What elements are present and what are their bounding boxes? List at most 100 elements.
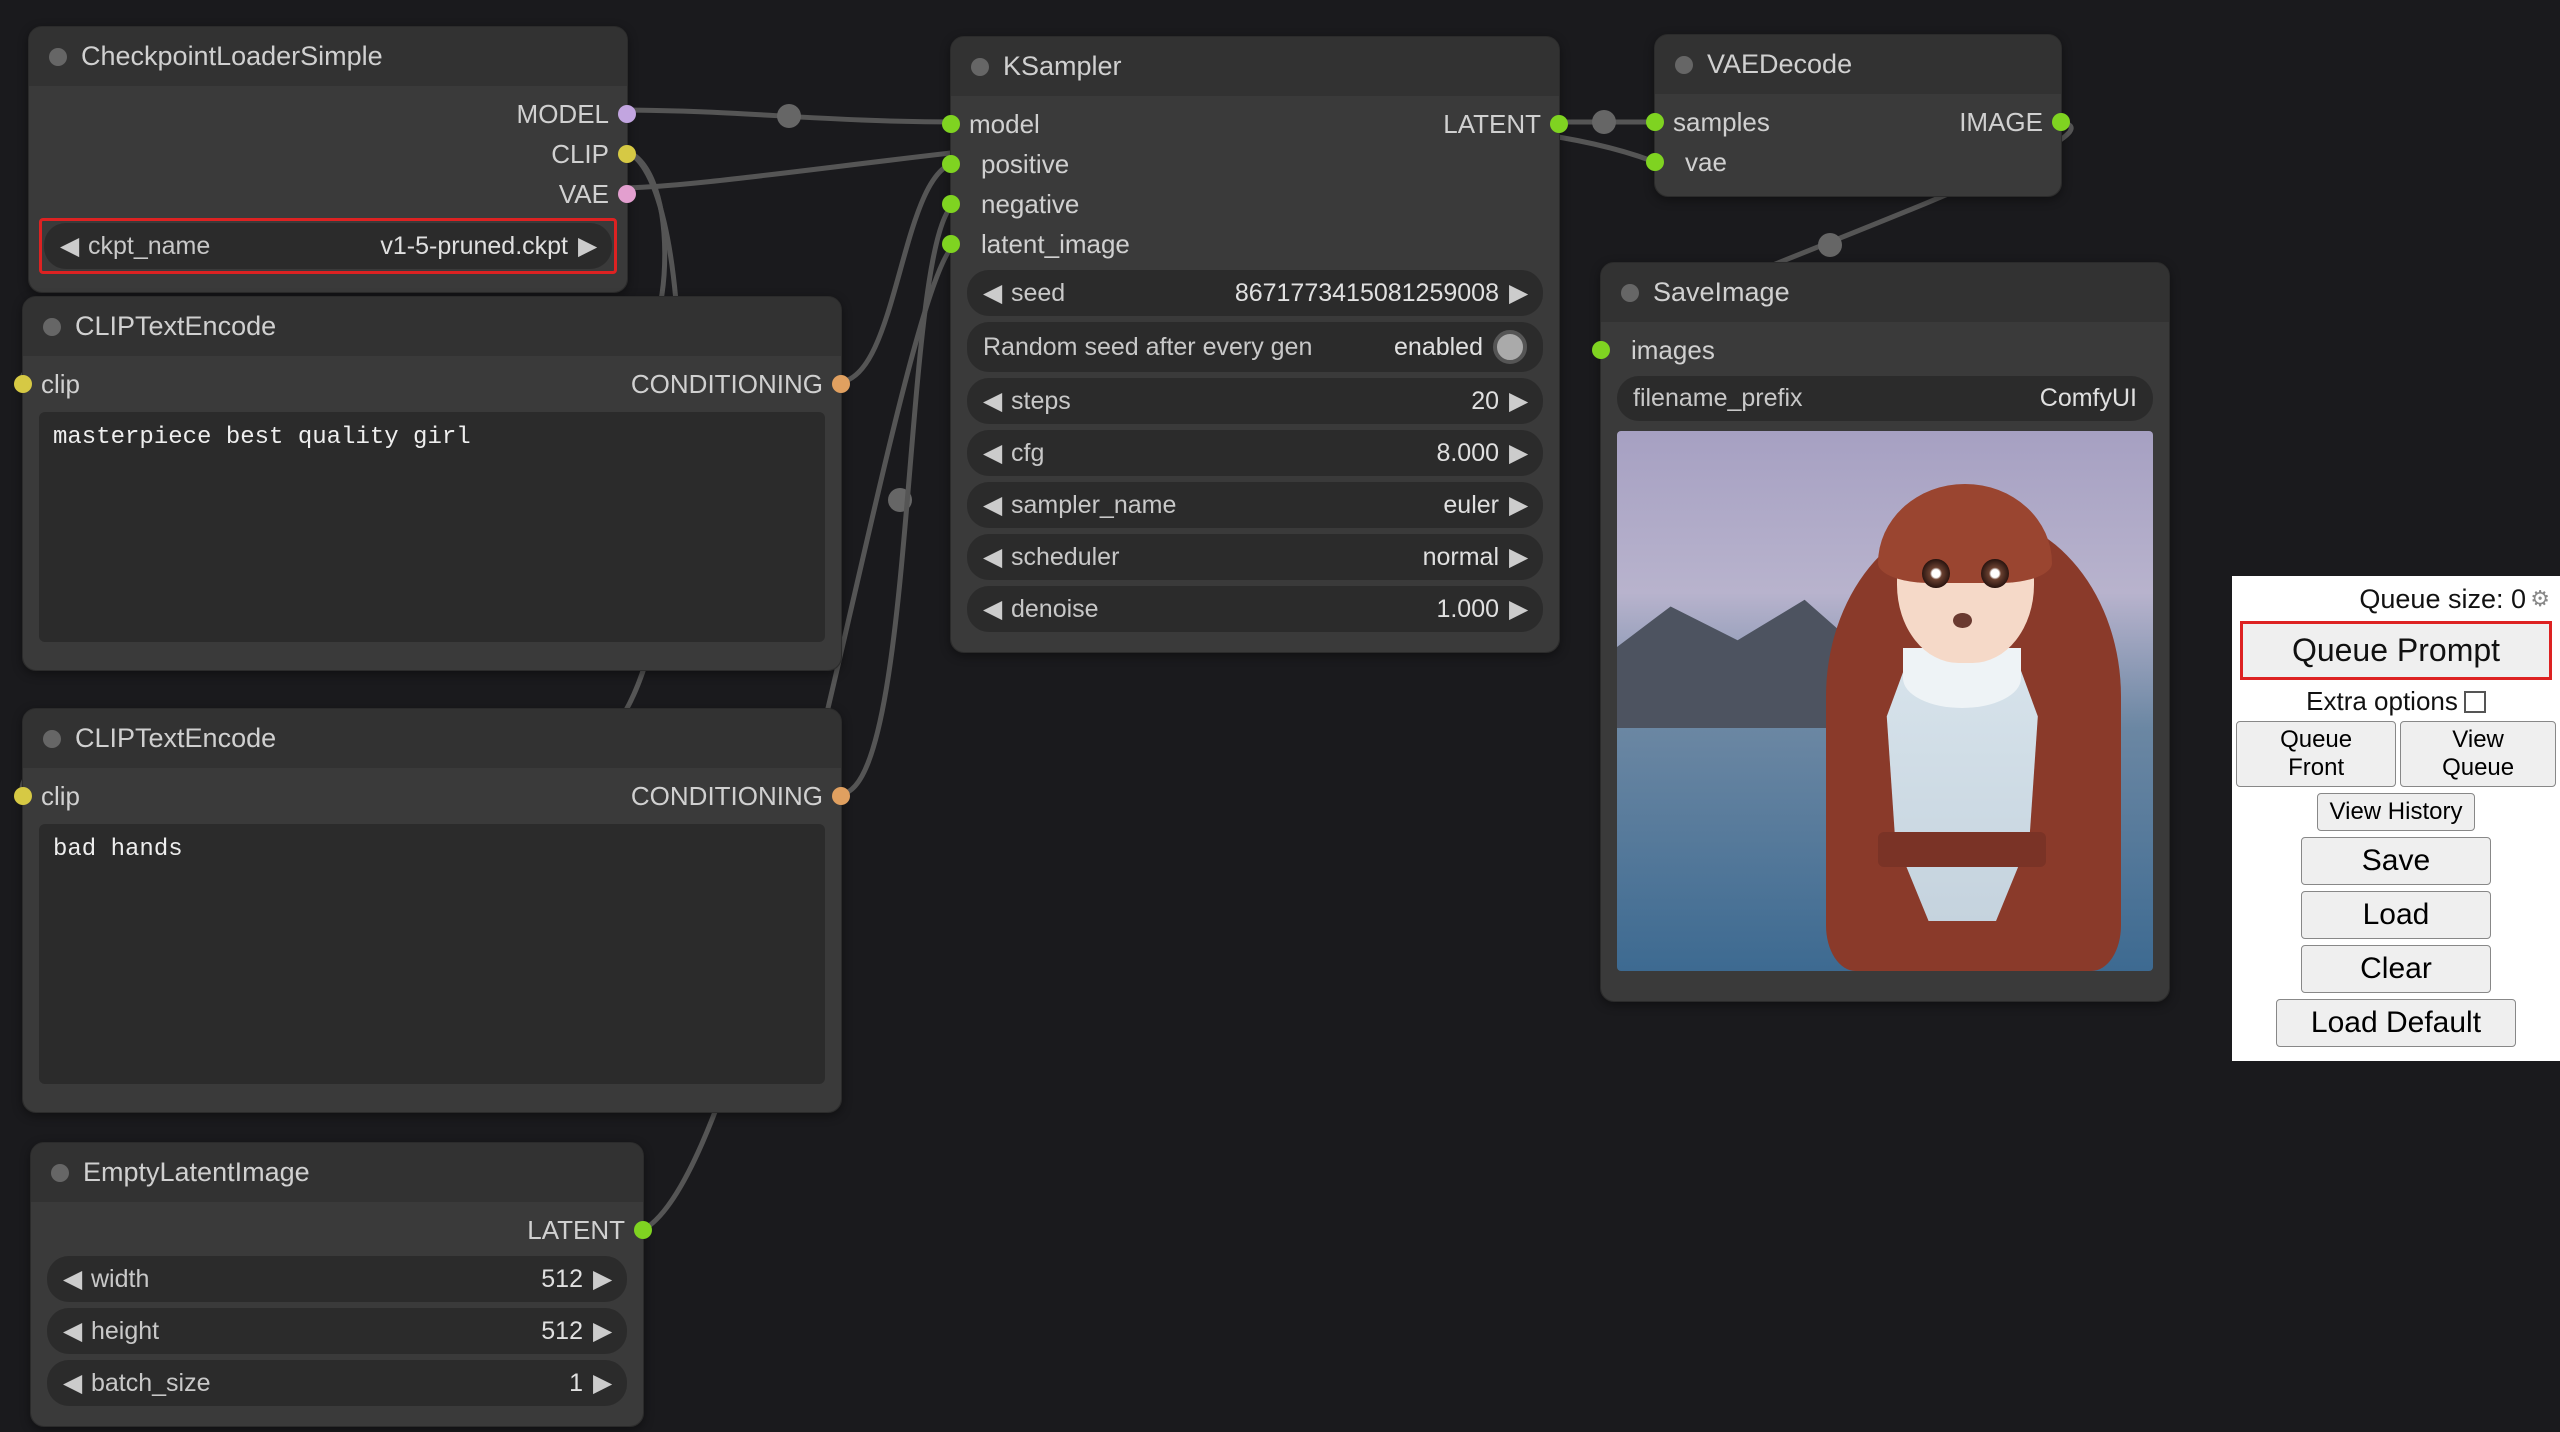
output-port-latent[interactable] xyxy=(634,1221,652,1239)
node-vae-decode[interactable]: VAEDecode samples IMAGE vae xyxy=(1654,34,2062,197)
input-port-vae[interactable] xyxy=(1646,153,1664,171)
next-arrow-icon[interactable]: ▶ xyxy=(1509,386,1527,416)
output-label: LATENT xyxy=(1443,109,1541,140)
height-widget[interactable]: ◀height512▶ xyxy=(47,1308,627,1354)
collapse-dot-icon[interactable] xyxy=(43,318,61,336)
input-label: positive xyxy=(981,149,1069,180)
control-panel[interactable]: Queue size: 0 ⚙ Queue Prompt Extra optio… xyxy=(2232,576,2560,1061)
queue-size-label: Queue size: 0 ⚙ xyxy=(2236,580,2556,619)
prev-arrow-icon[interactable]: ◀ xyxy=(63,1316,81,1346)
ckpt-name-selector[interactable]: ◀ ckpt_name v1-5-pruned.ckpt ▶ xyxy=(44,223,612,269)
node-header[interactable]: CLIPTextEncode xyxy=(23,297,841,356)
prev-arrow-icon[interactable]: ◀ xyxy=(983,438,1001,468)
input-port-latent[interactable] xyxy=(942,235,960,253)
output-port-vae[interactable] xyxy=(618,185,636,203)
node-header[interactable]: SaveImage xyxy=(1601,263,2169,322)
next-arrow-icon[interactable]: ▶ xyxy=(593,1264,611,1294)
collapse-dot-icon[interactable] xyxy=(1675,56,1693,74)
load-default-button[interactable]: Load Default xyxy=(2276,999,2516,1047)
prev-arrow-icon[interactable]: ◀ xyxy=(63,1264,81,1294)
node-clip-text-encode-positive[interactable]: CLIPTextEncode clip CONDITIONING masterp… xyxy=(22,296,842,671)
node-title: CLIPTextEncode xyxy=(75,311,276,342)
input-port-clip[interactable] xyxy=(14,787,32,805)
input-label: samples xyxy=(1673,107,1770,138)
node-checkpoint-loader[interactable]: CheckpointLoaderSimple MODEL CLIP VAE ◀ … xyxy=(28,26,628,293)
input-port-images[interactable] xyxy=(1592,341,1610,359)
collapse-dot-icon[interactable] xyxy=(971,58,989,76)
view-history-button[interactable]: View History xyxy=(2317,793,2476,831)
prev-arrow-icon[interactable]: ◀ xyxy=(983,542,1001,572)
filename-prefix-widget[interactable]: filename_prefix ComfyUI xyxy=(1617,376,2153,421)
prompt-textbox[interactable]: masterpiece best quality girl xyxy=(39,412,825,642)
node-header[interactable]: CLIPTextEncode xyxy=(23,709,841,768)
next-arrow-icon[interactable]: ▶ xyxy=(578,231,596,261)
next-arrow-icon[interactable]: ▶ xyxy=(593,1368,611,1398)
node-ksampler[interactable]: KSampler model LATENT positive negative … xyxy=(950,36,1560,653)
output-image-preview[interactable] xyxy=(1617,431,2153,971)
clear-button[interactable]: Clear xyxy=(2301,945,2491,993)
output-label: CONDITIONING xyxy=(631,369,823,400)
node-title: CheckpointLoaderSimple xyxy=(81,41,383,72)
prompt-textbox[interactable]: bad hands xyxy=(39,824,825,1084)
output-port-latent[interactable] xyxy=(1550,115,1568,133)
node-clip-text-encode-negative[interactable]: CLIPTextEncode clip CONDITIONING bad han… xyxy=(22,708,842,1113)
node-header[interactable]: KSampler xyxy=(951,37,1559,96)
extra-options-row[interactable]: Extra options xyxy=(2236,682,2556,721)
extra-options-checkbox[interactable] xyxy=(2464,691,2486,713)
output-port-conditioning[interactable] xyxy=(832,787,850,805)
collapse-dot-icon[interactable] xyxy=(1621,284,1639,302)
gear-icon[interactable]: ⚙ xyxy=(2530,586,2550,612)
node-header[interactable]: CheckpointLoaderSimple xyxy=(29,27,627,86)
batch-size-widget[interactable]: ◀batch_size1▶ xyxy=(47,1360,627,1406)
prev-arrow-icon[interactable]: ◀ xyxy=(63,1368,81,1398)
next-arrow-icon[interactable]: ▶ xyxy=(1509,490,1527,520)
queue-front-button[interactable]: Queue Front xyxy=(2236,721,2396,787)
view-queue-button[interactable]: View Queue xyxy=(2400,721,2556,787)
sampler-name-widget[interactable]: ◀sampler_nameeuler▶ xyxy=(967,482,1543,528)
input-port-clip[interactable] xyxy=(14,375,32,393)
node-save-image[interactable]: SaveImage images filename_prefix ComfyUI xyxy=(1600,262,2170,1002)
node-header[interactable]: EmptyLatentImage xyxy=(31,1143,643,1202)
cfg-widget[interactable]: ◀cfg8.000▶ xyxy=(967,430,1543,476)
load-button[interactable]: Load xyxy=(2301,891,2491,939)
node-empty-latent-image[interactable]: EmptyLatentImage LATENT ◀width512▶ ◀heig… xyxy=(30,1142,644,1427)
collapse-dot-icon[interactable] xyxy=(51,1164,69,1182)
input-port-model[interactable] xyxy=(942,115,960,133)
random-seed-toggle[interactable]: Random seed after every genenabled xyxy=(967,322,1543,372)
input-label: clip xyxy=(41,369,80,400)
input-port-samples[interactable] xyxy=(1646,113,1664,131)
node-title: VAEDecode xyxy=(1707,49,1852,80)
queue-prompt-button[interactable]: Queue Prompt xyxy=(2240,621,2552,680)
toggle-icon[interactable] xyxy=(1493,330,1527,364)
next-arrow-icon[interactable]: ▶ xyxy=(1509,278,1527,308)
steps-widget[interactable]: ◀steps20▶ xyxy=(967,378,1543,424)
input-port-negative[interactable] xyxy=(942,195,960,213)
output-port-image[interactable] xyxy=(2052,113,2070,131)
prev-arrow-icon[interactable]: ◀ xyxy=(983,386,1001,416)
node-title: CLIPTextEncode xyxy=(75,723,276,754)
prev-arrow-icon[interactable]: ◀ xyxy=(60,231,78,261)
save-button[interactable]: Save xyxy=(2301,837,2491,885)
next-arrow-icon[interactable]: ▶ xyxy=(1509,594,1527,624)
input-label: model xyxy=(969,109,1040,140)
collapse-dot-icon[interactable] xyxy=(49,48,67,66)
output-port-clip[interactable] xyxy=(618,145,636,163)
seed-widget[interactable]: ◀seed8671773415081259008▶ xyxy=(967,270,1543,316)
next-arrow-icon[interactable]: ▶ xyxy=(1509,438,1527,468)
width-widget[interactable]: ◀width512▶ xyxy=(47,1256,627,1302)
prev-arrow-icon[interactable]: ◀ xyxy=(983,594,1001,624)
node-graph-canvas[interactable]: CheckpointLoaderSimple MODEL CLIP VAE ◀ … xyxy=(0,0,2560,1432)
output-label: MODEL xyxy=(517,99,609,130)
output-label: VAE xyxy=(559,179,609,210)
next-arrow-icon[interactable]: ▶ xyxy=(1509,542,1527,572)
scheduler-widget[interactable]: ◀schedulernormal▶ xyxy=(967,534,1543,580)
next-arrow-icon[interactable]: ▶ xyxy=(593,1316,611,1346)
denoise-widget[interactable]: ◀denoise1.000▶ xyxy=(967,586,1543,632)
prev-arrow-icon[interactable]: ◀ xyxy=(983,278,1001,308)
node-header[interactable]: VAEDecode xyxy=(1655,35,2061,94)
input-port-positive[interactable] xyxy=(942,155,960,173)
prev-arrow-icon[interactable]: ◀ xyxy=(983,490,1001,520)
output-port-model[interactable] xyxy=(618,105,636,123)
output-port-conditioning[interactable] xyxy=(832,375,850,393)
collapse-dot-icon[interactable] xyxy=(43,730,61,748)
